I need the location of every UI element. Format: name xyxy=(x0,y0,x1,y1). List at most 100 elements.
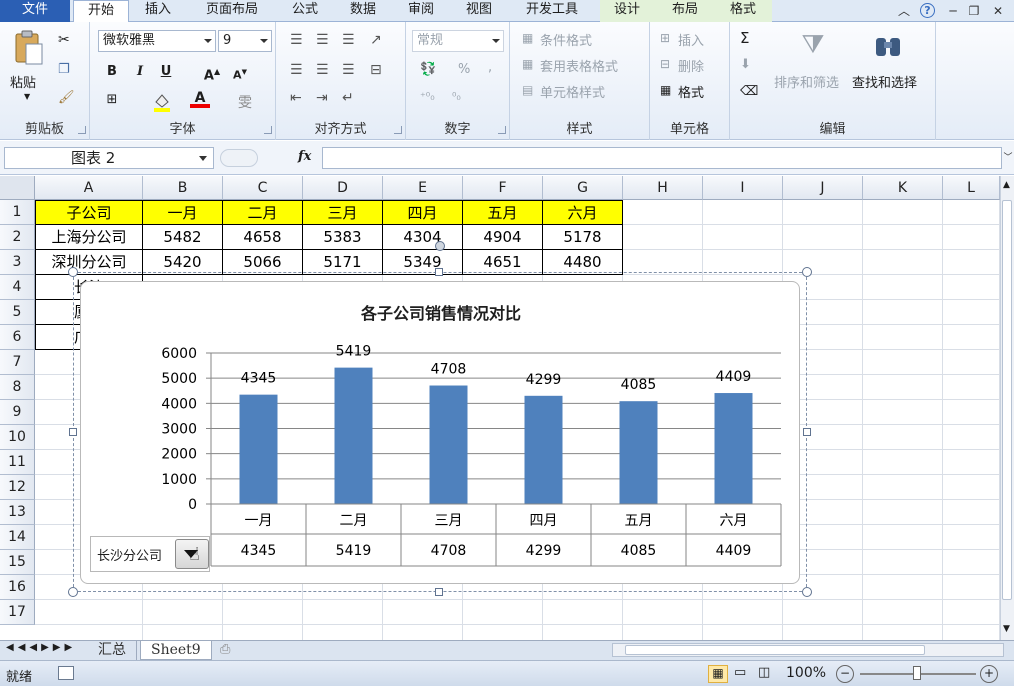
align-top-icon[interactable]: ☰ xyxy=(290,32,303,48)
name-box[interactable]: 图表 2 xyxy=(4,147,214,169)
align-left-icon[interactable]: ☰ xyxy=(290,62,303,78)
table-header-cell[interactable]: 三月 xyxy=(303,200,383,225)
font-name-combo[interactable]: 微软雅黑 xyxy=(98,30,216,52)
row-header-3[interactable]: 3 xyxy=(0,250,35,275)
column-header-c[interactable]: C xyxy=(223,176,303,200)
row-header-16[interactable]: 16 xyxy=(0,575,35,600)
number-launcher-icon[interactable] xyxy=(498,126,506,134)
row-header-6[interactable]: 6 xyxy=(0,325,35,350)
wrap-text-icon[interactable]: ↵ xyxy=(342,90,354,106)
format-as-table-button[interactable]: 套用表格格式 xyxy=(540,56,618,75)
increase-indent-icon[interactable]: ⇥ xyxy=(316,90,328,106)
shrink-font-icon[interactable]: A▼ xyxy=(230,62,250,82)
zoom-out-icon[interactable]: − xyxy=(836,665,854,683)
help-icon[interactable]: ? xyxy=(920,3,935,18)
font-size-combo[interactable]: 9 xyxy=(218,30,272,52)
number-format-combo[interactable]: 常规 xyxy=(412,30,504,52)
table-cell[interactable]: 4904 xyxy=(463,225,543,250)
name-box-dropdown-icon[interactable] xyxy=(199,156,207,161)
table-cell[interactable]: 5383 xyxy=(303,225,383,250)
tab-chart-format[interactable]: 格式 xyxy=(718,0,768,22)
tab-data[interactable]: 数据 xyxy=(338,0,388,22)
resize-handle-e[interactable] xyxy=(803,428,811,436)
delete-cells-button[interactable]: 删除 xyxy=(678,56,704,75)
table-header-cell[interactable]: 六月 xyxy=(543,200,623,225)
grow-font-icon[interactable]: A▲ xyxy=(202,62,222,83)
fill-icon[interactable]: ⬇ xyxy=(740,57,751,72)
horizontal-scroll-thumb[interactable] xyxy=(625,645,925,655)
insert-sheet-icon[interactable]: ⎙ xyxy=(220,642,230,657)
macro-record-icon[interactable] xyxy=(58,666,74,680)
resize-handle-se[interactable] xyxy=(802,587,812,597)
tab-insert[interactable]: 插入 xyxy=(132,0,184,22)
page-layout-view-icon[interactable]: ▭ xyxy=(734,665,746,680)
sheet-nav-arrows-icon[interactable]: ◀◀◀▶▶▶ xyxy=(6,642,76,653)
row-header-4[interactable]: 4 xyxy=(0,275,35,300)
align-middle-icon[interactable]: ☰ xyxy=(316,32,329,48)
column-header-a[interactable]: A xyxy=(35,176,143,200)
align-right-icon[interactable]: ☰ xyxy=(342,62,355,78)
resize-handle-nw[interactable] xyxy=(68,267,78,277)
borders-icon[interactable]: ⊞ xyxy=(102,90,122,110)
alignment-launcher-icon[interactable] xyxy=(394,126,402,134)
italic-button[interactable]: I xyxy=(130,62,150,82)
cell-styles-button[interactable]: 单元格样式 xyxy=(540,82,605,101)
underline-button[interactable]: U xyxy=(156,62,176,82)
table-cell[interactable]: 上海分公司 xyxy=(35,225,143,250)
table-header-cell[interactable]: 二月 xyxy=(223,200,303,225)
sheet-tab-summary[interactable]: 汇总 xyxy=(88,641,137,660)
merge-center-icon[interactable]: ⊟ xyxy=(370,62,382,78)
tab-view[interactable]: 视图 xyxy=(454,0,504,22)
cut-icon[interactable]: ✂ xyxy=(58,32,70,48)
formula-input[interactable] xyxy=(322,147,1002,169)
find-select-button[interactable]: 查找和选择 xyxy=(852,72,917,91)
tab-chart-design[interactable]: 设计 xyxy=(602,0,652,22)
tab-formulas[interactable]: 公式 xyxy=(280,0,330,22)
vertical-scroll-thumb[interactable] xyxy=(1002,200,1012,600)
paste-dropdown-icon[interactable]: ▼ xyxy=(24,92,30,101)
row-header-7[interactable]: 7 xyxy=(0,350,35,375)
collapse-ribbon-icon[interactable]: ︿ xyxy=(896,3,912,19)
table-cell[interactable]: 4658 xyxy=(223,225,303,250)
table-header-cell[interactable]: 一月 xyxy=(143,200,223,225)
fill-color-icon[interactable] xyxy=(152,92,172,112)
row-header-15[interactable]: 15 xyxy=(0,550,35,575)
font-color-icon[interactable]: A xyxy=(190,90,210,112)
scroll-up-icon[interactable]: ▲ xyxy=(1003,180,1010,190)
paste-label[interactable]: 粘贴 xyxy=(10,72,36,91)
expand-formula-icon[interactable]: ﹀ xyxy=(1002,147,1014,169)
rotate-handle[interactable] xyxy=(435,241,445,251)
row-header-8[interactable]: 8 xyxy=(0,375,35,400)
row-header-11[interactable]: 11 xyxy=(0,450,35,475)
sheet-tab-sheet9[interactable]: Sheet9 xyxy=(140,641,212,660)
sort-filter-button[interactable]: 排序和筛选 xyxy=(774,72,839,91)
row-header-5[interactable]: 5 xyxy=(0,300,35,325)
conditional-format-button[interactable]: 条件格式 xyxy=(540,30,592,49)
column-header-b[interactable]: B xyxy=(143,176,223,200)
phonetic-icon[interactable]: 雯 xyxy=(238,92,252,112)
column-header-f[interactable]: F xyxy=(463,176,543,200)
format-painter-icon[interactable]: 🖌 xyxy=(58,90,75,105)
zoom-slider-thumb[interactable] xyxy=(913,666,921,680)
paste-icon[interactable] xyxy=(12,30,44,68)
row-header-2[interactable]: 2 xyxy=(0,225,35,250)
select-all-corner[interactable] xyxy=(0,176,35,200)
align-bottom-icon[interactable]: ☰ xyxy=(342,32,355,48)
formula-divider-handle[interactable] xyxy=(220,149,258,167)
column-header-l[interactable]: L xyxy=(943,176,1000,200)
resize-handle-w[interactable] xyxy=(69,428,77,436)
currency-icon[interactable]: 💱 xyxy=(420,62,436,77)
zoom-in-icon[interactable]: + xyxy=(980,665,998,683)
increase-decimal-icon[interactable]: ⁺⁰₀ xyxy=(420,90,435,103)
column-header-j[interactable]: J xyxy=(783,176,863,200)
orientation-icon[interactable]: ↗ xyxy=(370,32,382,48)
restore-window-icon[interactable]: ❐ xyxy=(966,3,982,19)
column-header-h[interactable]: H xyxy=(623,176,703,200)
row-header-9[interactable]: 9 xyxy=(0,400,35,425)
tab-review[interactable]: 审阅 xyxy=(396,0,446,22)
table-cell[interactable]: 4304 xyxy=(383,225,463,250)
copy-icon[interactable]: ❐ xyxy=(58,62,70,77)
row-header-17[interactable]: 17 xyxy=(0,600,35,625)
scroll-down-icon[interactable]: ▼ xyxy=(1003,624,1010,634)
row-header-12[interactable]: 12 xyxy=(0,475,35,500)
